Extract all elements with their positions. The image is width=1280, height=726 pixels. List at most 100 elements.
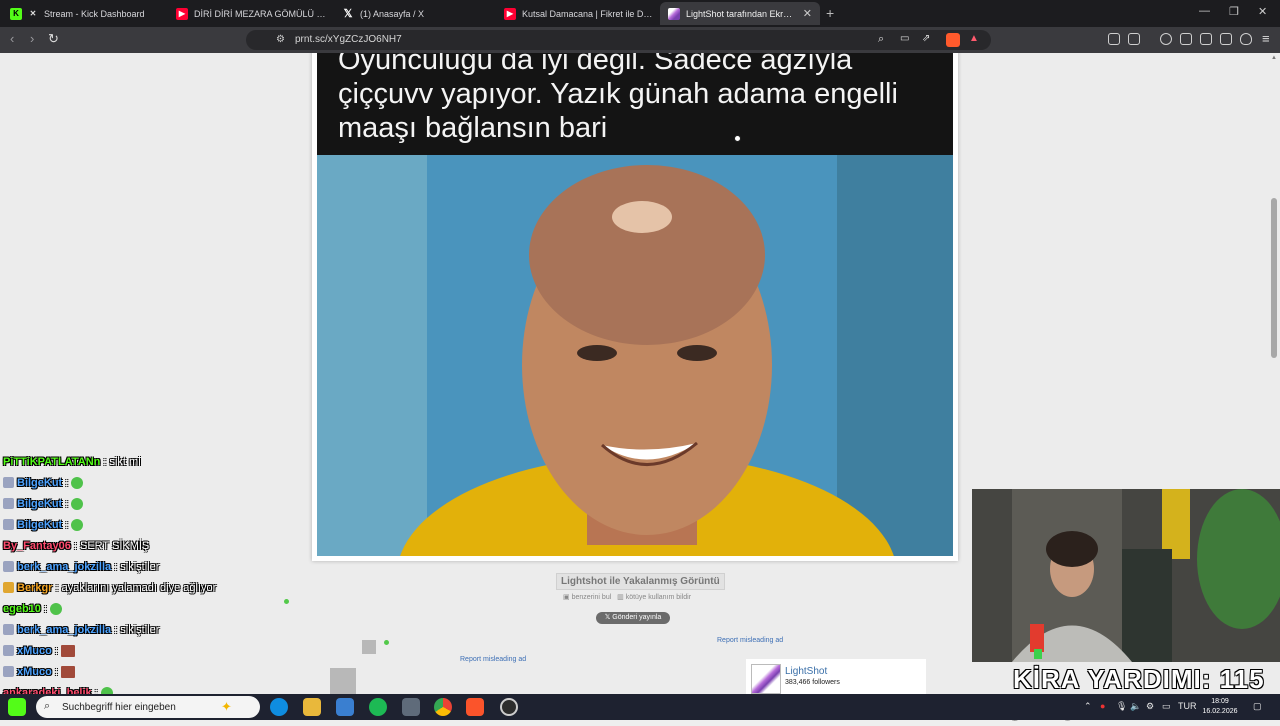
tab-youtube-1[interactable]: ▶ DİRİ DİRİ MEZARA GÖMÜLÜ 1 SAAT <box>168 2 334 25</box>
extensions-icon[interactable] <box>1108 33 1120 45</box>
chat-username: xMuco <box>17 644 52 657</box>
tab-kick-dashboard[interactable]: K ✕ Stream - Kick Dashboard <box>2 2 168 25</box>
restore-icon[interactable]: ❐ <box>1229 5 1239 18</box>
calculator-icon[interactable] <box>402 698 420 716</box>
brave-shield-icon[interactable] <box>946 33 960 47</box>
brave-rewards-icon[interactable]: ▲ <box>969 33 979 44</box>
camera-icon: ▣ <box>563 594 570 601</box>
screenshot-icon[interactable] <box>1128 33 1140 45</box>
reload-icon[interactable]: ↻ <box>48 31 59 47</box>
store-icon[interactable] <box>336 698 354 716</box>
cast-icon[interactable]: ▭ <box>900 33 909 44</box>
badge-icon <box>3 561 14 572</box>
chat-message: xMuco : <box>3 661 303 682</box>
scrollbar-thumb[interactable] <box>1271 198 1277 358</box>
sidebar-icon[interactable] <box>1180 33 1192 45</box>
obs-icon[interactable] <box>500 698 518 716</box>
brave-icon[interactable] <box>466 698 484 716</box>
chat-message: xMuco : <box>3 640 303 661</box>
wallet-icon[interactable] <box>1200 33 1212 45</box>
windows-taskbar: ⌕ Suchbegriff hier eingeben ✦ ⌃ ● 🎙 🔈 ⚙ … <box>0 694 1280 720</box>
badge-icon <box>3 582 14 593</box>
tray-settings-icon[interactable]: ⚙ <box>1146 701 1154 712</box>
leo-icon[interactable] <box>1220 33 1232 45</box>
forward-icon[interactable]: › <box>30 31 34 46</box>
close-tab-icon[interactable]: ✕ <box>803 7 812 20</box>
chat-text: : <box>54 665 58 678</box>
close-window-icon[interactable]: ✕ <box>1258 5 1267 18</box>
start-icon[interactable] <box>8 698 26 716</box>
webcam-overlay <box>972 489 1280 662</box>
lightshot-links: ▣ benzerini bul ▥ kötüye kullanım bildir <box>563 593 691 601</box>
report-ad-link[interactable]: Report misleading ad <box>717 637 783 644</box>
chat-text: : <box>43 602 47 615</box>
tray-expand-icon[interactable]: ⌃ <box>1084 701 1092 712</box>
lightshot-icon <box>668 7 680 20</box>
taskbar-search[interactable]: ⌕ Suchbegriff hier eingeben ✦ <box>36 696 260 718</box>
chat-username: berk_ama_jokzilla <box>17 560 112 573</box>
badge-icon <box>3 477 14 488</box>
emote-icon <box>60 665 75 678</box>
chat-username: egeb10 <box>3 602 41 615</box>
badge-icon <box>3 498 14 509</box>
back-icon[interactable]: ‹ <box>10 31 14 46</box>
chat-text: : sikiştiler <box>114 560 160 573</box>
edge-icon[interactable] <box>270 698 288 716</box>
mute-icon[interactable]: ✕ <box>28 8 38 20</box>
lightshot-title: Lightshot ile Yakalanmış Görüntü <box>556 573 725 590</box>
similar-link[interactable]: benzerini bul <box>572 594 612 601</box>
kick-icon: K <box>10 7 22 20</box>
x-icon: 𝕏 <box>343 8 353 20</box>
emote-icon <box>60 644 75 657</box>
tab-youtube-2[interactable]: ▶ Kutsal Damacana | Fikret ile Deniz, M <box>496 2 662 25</box>
screenshot-caption-text: Oyunculuğu da iyi değil. Sadece ağzıyla … <box>338 53 898 144</box>
clock[interactable]: 18:09 16.02.2026 <box>1200 697 1240 717</box>
chat-username: By_Fantay06 <box>3 539 71 552</box>
microphone-icon[interactable]: 🎙 <box>1116 701 1127 712</box>
tray-app-icon[interactable]: ● <box>1100 701 1105 711</box>
report-abuse-link[interactable]: kötüye kullanım bildir <box>626 594 691 601</box>
chat-text: : ayaklarını yalamadı diye ağlıyor <box>55 581 217 594</box>
spotify-icon[interactable] <box>369 698 387 716</box>
chat-text: : <box>65 476 69 489</box>
new-tab-icon[interactable]: + <box>826 5 834 21</box>
badge-icon <box>3 519 14 530</box>
tab-strip: K ✕ Stream - Kick Dashboard ▶ DİRİ DİRİ … <box>0 0 1280 27</box>
zoom-icon[interactable]: ⌕ <box>878 33 884 46</box>
file-explorer-icon[interactable] <box>303 698 321 716</box>
chat-username: BilgeKut <box>17 497 63 510</box>
notifications-icon[interactable]: ▢ <box>1253 701 1262 712</box>
chat-message: berk_ama_jokzilla : sikiştiler <box>3 619 303 640</box>
battery-icon[interactable]: ▭ <box>1162 701 1171 712</box>
menu-icon[interactable]: ≡ <box>1262 31 1270 46</box>
chat-message: BilgeKut : <box>3 472 303 493</box>
youtube-icon: ▶ <box>504 7 516 20</box>
post-button[interactable]: 𝕏 Gönderi yayınla <box>596 612 670 624</box>
url-bar[interactable]: ⚙ prnt.sc/xYgZCzJO6NH7 ⌕ ▭ ⇗ ▲ <box>246 30 991 50</box>
tab-lightshot[interactable]: LightShot tarafından Ekran Görü ✕ <box>660 2 820 25</box>
chat-message: BilgeKut : <box>3 493 303 514</box>
trash-icon: ▥ <box>617 594 624 601</box>
copilot-sparkle-icon[interactable]: ✦ <box>221 699 232 715</box>
vpn-shield-icon[interactable] <box>1240 33 1252 45</box>
report-ad-link[interactable]: Report misleading ad <box>460 656 526 663</box>
webcam-image <box>972 489 1280 662</box>
music-icon[interactable] <box>1160 33 1172 45</box>
search-placeholder: Suchbegriff hier eingeben <box>62 702 176 713</box>
badge-icon <box>3 624 14 635</box>
screenshot-photo[interactable] <box>317 155 953 556</box>
tab-x[interactable]: 𝕏 (1) Anasayfa / X <box>334 2 500 25</box>
ad-placeholder <box>330 668 356 694</box>
minimize-icon[interactable]: — <box>1199 5 1210 17</box>
scroll-up-icon[interactable]: ▲ <box>1271 55 1277 61</box>
share-icon[interactable]: ⇗ <box>922 33 930 44</box>
site-info-icon[interactable]: ⚙ <box>276 34 285 45</box>
badge-icon <box>3 645 14 656</box>
language-indicator[interactable]: TUR <box>1178 701 1197 711</box>
speaker-icon[interactable]: 🔈 <box>1130 701 1141 712</box>
chat-message: berk_ama_jokzilla : sikiştiler <box>3 556 303 577</box>
lightshot-card[interactable]: LightShot 383,466 followers <box>746 659 926 694</box>
x-icon: 𝕏 <box>604 614 611 621</box>
chrome-icon[interactable] <box>434 698 452 716</box>
chat-message: PiTTiKPATLATANn : sikt mi <box>3 451 303 472</box>
